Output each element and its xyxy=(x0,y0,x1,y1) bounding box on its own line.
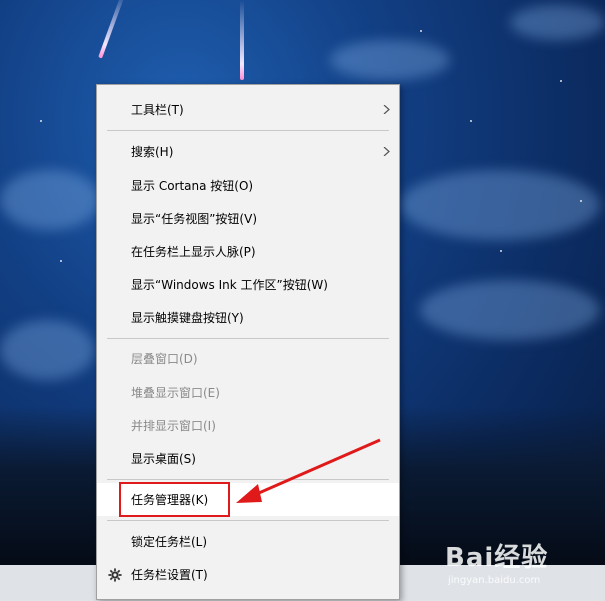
menu-item-label: 任务栏设置(T) xyxy=(131,568,208,582)
menu-item-side-by-side-windows: 并排显示窗口(I) xyxy=(97,409,399,442)
watermark-logo: Bai经验 xyxy=(445,543,549,573)
menu-item-taskbar-settings[interactable]: 任务栏设置(T) xyxy=(97,558,399,591)
menu-item-label: 并排显示窗口(I) xyxy=(131,419,216,433)
menu-item-stack-windows: 堆叠显示窗口(E) xyxy=(97,376,399,409)
menu-item-label: 层叠窗口(D) xyxy=(131,352,198,366)
menu-item-show-people[interactable]: 在任务栏上显示人脉(P) xyxy=(97,235,399,268)
wallpaper-cloud xyxy=(510,5,605,40)
annotation-highlight-box xyxy=(119,482,230,517)
wallpaper-cloud xyxy=(420,280,600,340)
menu-item-lock-taskbar[interactable]: 锁定任务栏(L) xyxy=(97,525,399,558)
wallpaper-comet xyxy=(240,0,244,80)
gear-icon xyxy=(108,567,122,582)
menu-item-label: 显示桌面(S) xyxy=(131,452,196,466)
menu-item-show-cortana[interactable]: 显示 Cortana 按钮(O) xyxy=(97,169,399,202)
menu-item-label: 显示“任务视图”按钮(V) xyxy=(131,212,258,226)
menu-item-show-windows-ink[interactable]: 显示“Windows Ink 工作区”按钮(W) xyxy=(97,268,399,301)
menu-separator xyxy=(107,130,389,131)
menu-item-toolbars[interactable]: 工具栏(T) xyxy=(97,93,399,126)
menu-item-label: 工具栏(T) xyxy=(131,103,184,117)
wallpaper-cloud xyxy=(330,40,450,80)
menu-item-label: 堆叠显示窗口(E) xyxy=(131,386,220,400)
baidu-jingyan-watermark: Bai经验 jingyan.baidu.com xyxy=(445,537,575,597)
menu-item-label: 锁定任务栏(L) xyxy=(131,535,208,549)
menu-item-show-touch-keyboard[interactable]: 显示触摸键盘按钮(Y) xyxy=(97,301,399,334)
chevron-right-icon xyxy=(383,147,390,156)
wallpaper-cloud xyxy=(0,170,100,230)
menu-item-label: 显示触摸键盘按钮(Y) xyxy=(131,311,244,325)
wallpaper-comet xyxy=(98,0,126,59)
wallpaper-cloud xyxy=(0,320,95,380)
wallpaper-cloud xyxy=(400,170,600,240)
menu-item-cascade-windows: 层叠窗口(D) xyxy=(97,342,399,375)
watermark-url: jingyan.baidu.com xyxy=(448,575,541,586)
menu-item-show-task-view[interactable]: 显示“任务视图”按钮(V) xyxy=(97,202,399,235)
menu-item-label: 显示 Cortana 按钮(O) xyxy=(131,179,254,193)
menu-item-search[interactable]: 搜索(H) xyxy=(97,135,399,168)
menu-item-label: 在任务栏上显示人脉(P) xyxy=(131,245,256,259)
menu-item-label: 搜索(H) xyxy=(131,145,174,159)
menu-item-show-desktop[interactable]: 显示桌面(S) xyxy=(97,442,399,475)
menu-separator xyxy=(107,520,389,521)
menu-item-label: 显示“Windows Ink 工作区”按钮(W) xyxy=(131,278,328,292)
taskbar-context-menu: 工具栏(T) 搜索(H) 显示 Cortana 按钮(O) 显示“任务视图”按钮… xyxy=(96,84,400,600)
menu-separator xyxy=(107,479,389,480)
chevron-right-icon xyxy=(383,105,390,114)
menu-separator xyxy=(107,338,389,339)
